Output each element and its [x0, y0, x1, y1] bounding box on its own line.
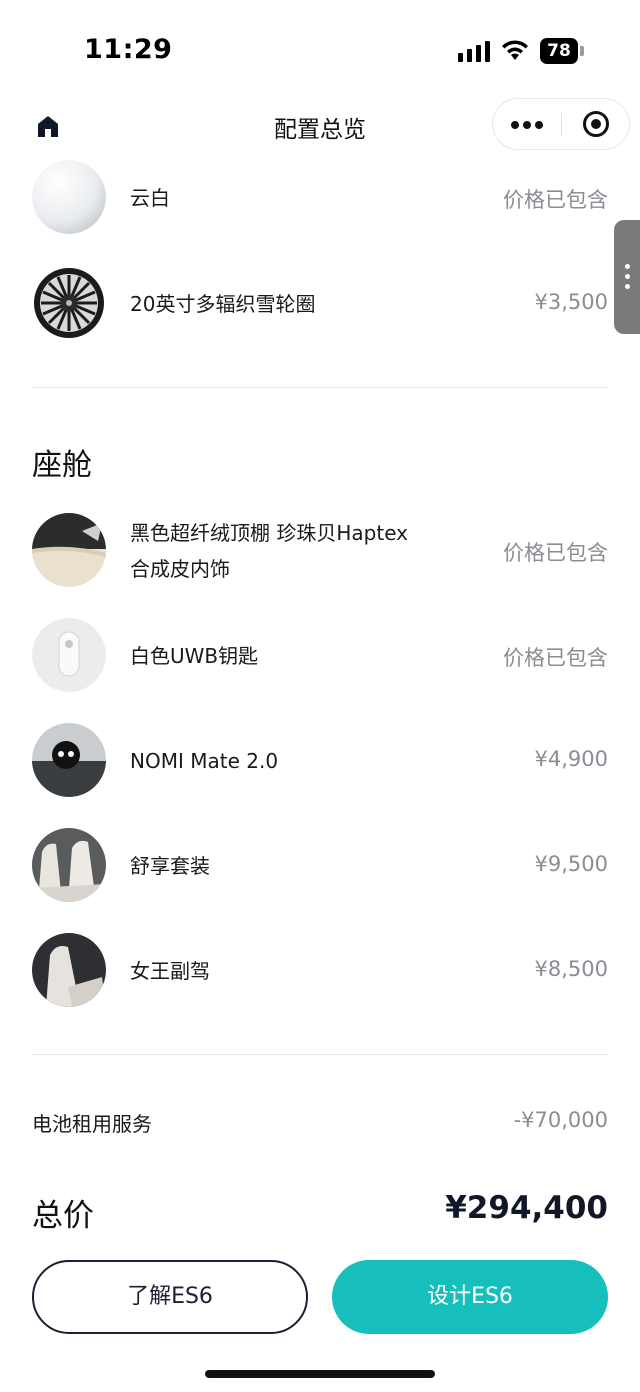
item-label-line1: 黑色超纤绒顶棚 珍珠贝Haptex [130, 521, 408, 545]
total-price: ¥294,400 [445, 1190, 608, 1226]
close-target-icon[interactable] [562, 99, 630, 149]
section-title-cabin: 座舱 [32, 448, 92, 483]
item-price: ¥3,500 [534, 290, 608, 314]
learn-es6-button[interactable]: 了解ES6 [32, 1260, 308, 1334]
list-item-interior: 黑色超纤绒顶棚 珍珠贝Haptex 合成皮内饰 价格已包含 [32, 513, 608, 589]
mini-program-capsule [492, 98, 630, 150]
list-item-uwb-key: 白色UWB钥匙 价格已包含 [32, 618, 608, 694]
item-price: ¥4,900 [534, 747, 608, 771]
interior-material-image [32, 513, 106, 587]
total-label: 总价 [32, 1198, 94, 1234]
section-divider [32, 1054, 608, 1055]
item-price: ¥9,500 [534, 852, 608, 876]
nav-bar: 配置总览 [0, 98, 640, 154]
item-label: 舒享套装 [130, 854, 210, 878]
battery-rental-value: -¥70,000 [513, 1108, 608, 1132]
section-divider [32, 387, 608, 388]
item-label: 20英寸多辐织雪轮圈 [130, 292, 316, 316]
wheel-rim-image [32, 266, 106, 340]
battery-rental-label: 电池租用服务 [32, 1112, 152, 1136]
battery-level: 78 [540, 38, 578, 64]
item-price: 价格已包含 [503, 646, 608, 670]
item-label: 女王副驾 [130, 959, 210, 983]
side-menu-handle[interactable] [614, 220, 640, 334]
comfort-seats-image [32, 828, 106, 902]
battery-icon: 78 [540, 38, 584, 64]
wifi-icon [502, 40, 528, 60]
item-price: ¥8,500 [534, 957, 608, 981]
item-label: 云白 [130, 186, 170, 210]
status-time: 11:29 [84, 34, 173, 65]
item-label: NOMI Mate 2.0 [130, 749, 279, 773]
home-icon[interactable] [34, 112, 62, 140]
list-item-wheels: 20英寸多辐织雪轮圈 ¥3,500 [32, 266, 608, 342]
queen-seat-image [32, 933, 106, 1007]
list-item-comfort-package: 舒享套装 ¥9,500 [32, 828, 608, 904]
cellular-signal-icon [458, 41, 490, 62]
design-es6-button[interactable]: 设计ES6 [332, 1260, 608, 1334]
item-price: 价格已包含 [503, 541, 608, 565]
list-item-queen-seat: 女王副驾 ¥8,500 [32, 933, 608, 1009]
home-indicator [205, 1370, 435, 1378]
item-label: 白色UWB钥匙 [130, 644, 259, 668]
status-bar: 11:29 78 [0, 0, 640, 100]
cloud-white-swatch-image [32, 160, 106, 234]
nomi-mate-image [32, 723, 106, 797]
more-icon[interactable] [493, 99, 561, 149]
list-item-nomi-mate: NOMI Mate 2.0 ¥4,900 [32, 723, 608, 799]
uwb-key-image [32, 618, 106, 692]
item-price: 价格已包含 [503, 188, 608, 212]
list-item-color: 云白 价格已包含 [32, 160, 608, 236]
item-label-line2: 合成皮内饰 [130, 557, 230, 581]
